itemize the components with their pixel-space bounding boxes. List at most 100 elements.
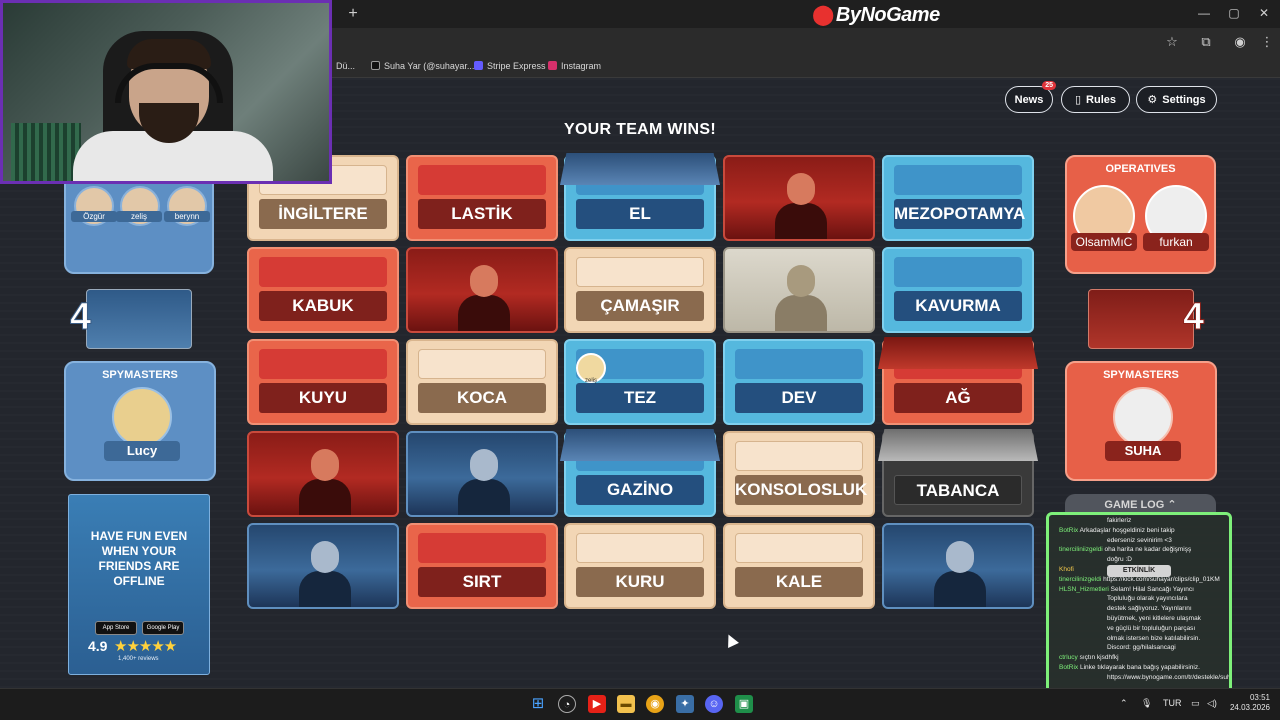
rules-button[interactable]: ▯ Rules (1061, 86, 1130, 113)
word-card[interactable]: KONSOLOSLUK (723, 431, 875, 517)
word-card[interactable]: LASTİK (406, 155, 558, 241)
browser-menu-icon[interactable]: ⋮ (1259, 34, 1275, 50)
bookmark-item-suha[interactable]: Suha Yar (@suhayar... (371, 61, 474, 71)
chat-username[interactable]: tinerciliniizgeldi (1059, 546, 1103, 553)
google-play-badge[interactable]: Google Play (142, 621, 184, 635)
red-remaining-count: 4 (1182, 296, 1205, 339)
chrome-icon[interactable]: ◉ (646, 695, 664, 713)
windows-taskbar (0, 688, 1280, 720)
maximize-button[interactable]: ▢ (1226, 6, 1242, 20)
bookmark-item-instagram[interactable]: Instagram (548, 61, 601, 71)
language-indicator[interactable]: TUR (1163, 698, 1182, 708)
word-card[interactable]: DEV (723, 339, 875, 425)
streaming-app-icon[interactable]: ▣ (735, 695, 753, 713)
blue-remaining-count: 4 (69, 296, 92, 339)
chat-message: https://www.bynogame.com/tr/destekle/suh… (1059, 674, 1229, 682)
word-card[interactable]: KURU (564, 523, 716, 609)
speedometer-icon[interactable]: ◔ (558, 695, 576, 713)
spymasters-title: SPYMASTERS (1103, 369, 1179, 381)
operative-name: furkan (1143, 233, 1209, 251)
close-window-button[interactable]: ✕ (1256, 6, 1272, 20)
settings-button[interactable]: ⚙ Settings (1136, 86, 1217, 113)
operatives-title: OPERATIVES (1105, 163, 1176, 175)
word-card[interactable] (247, 523, 399, 609)
chat-username[interactable]: Khofi (1059, 566, 1074, 573)
word-card[interactable] (406, 247, 558, 333)
word-card[interactable]: TEZ zeliş (564, 339, 716, 425)
chat-text: https://www.bynogame.com/tr/destekle/suh… (1107, 673, 1232, 681)
word-card[interactable] (723, 247, 875, 333)
chat-text: ederseniz sevinirim <3 (1107, 536, 1172, 544)
bookmark-item[interactable]: Dü... (336, 61, 355, 71)
site-logo[interactable]: ⬤ ByNoGame (812, 2, 940, 27)
discord-icon[interactable]: ☺ (705, 695, 723, 713)
word-card[interactable]: KALE (723, 523, 875, 609)
revealed-agent-flap (560, 153, 720, 185)
new-tab-button[interactable]: + (346, 5, 360, 23)
card-word: KONSOLOSLUK (735, 475, 867, 505)
word-card[interactable]: KUYU (247, 339, 399, 425)
card-word: MEZOPOTAMYA (894, 199, 1025, 229)
news-count-badge: 25 (1042, 81, 1056, 90)
operative-name: OlsamMıC (1071, 233, 1137, 251)
volume-icon[interactable]: ◁) (1207, 698, 1217, 709)
extensions-icon[interactable]: ⧉ (1198, 34, 1214, 50)
news-button[interactable]: News 25 (1005, 81, 1056, 113)
spymaster-avatar (1113, 387, 1173, 447)
word-card[interactable]: SIRT (406, 523, 558, 609)
minimize-button[interactable]: — (1196, 6, 1212, 20)
word-card[interactable]: KAVURMA (882, 247, 1034, 333)
word-card[interactable] (247, 431, 399, 517)
card-face (418, 349, 546, 379)
voter-avatar: zeliş (576, 353, 606, 384)
bookmark-item-stripe[interactable]: Stripe Express (474, 61, 546, 71)
spymaster-avatar (112, 387, 172, 447)
word-card[interactable]: KABUK (247, 247, 399, 333)
red-spymasters-panel: SPYMASTERS SUHA (1065, 361, 1217, 481)
profile-icon[interactable]: ◉ (1232, 34, 1248, 50)
folder-icon[interactable]: ▬ (617, 695, 635, 713)
microphone-icon[interactable]: 🎙 (1141, 698, 1152, 709)
chat-message: ederseniz sevinirim <3 (1059, 537, 1223, 545)
app-store-badge[interactable]: App Store (95, 621, 137, 635)
chat-username[interactable]: HLSN_Hizmetleri (1059, 586, 1109, 593)
chat-message: doğru :D (1059, 556, 1223, 564)
word-card[interactable]: KOCA (406, 339, 558, 425)
word-card[interactable]: MEZOPOTAMYA (882, 155, 1034, 241)
chat-username[interactable]: BotRix (1059, 664, 1078, 671)
bynogame-logo-icon: ⬤ (812, 4, 834, 26)
app-icon[interactable]: ✦ (676, 695, 694, 713)
chat-username[interactable]: tinercilinizgeldi (1059, 576, 1101, 583)
chat-username[interactable]: BotRix (1059, 527, 1078, 534)
word-card[interactable]: ÇAMAŞIR (564, 247, 716, 333)
card-word: TABANCA (894, 475, 1022, 505)
agent-portrait-icon (458, 443, 510, 515)
system-clock[interactable]: 03:51 24.03.2026 (1228, 693, 1270, 713)
card-face (735, 349, 863, 379)
network-icon[interactable]: ▭ (1191, 698, 1200, 709)
word-card[interactable] (406, 431, 558, 517)
chat-message: BotRix Linke tıklayarak bana bağış yapab… (1059, 664, 1223, 672)
youtube-icon[interactable]: ▶ (588, 695, 606, 713)
word-card[interactable] (882, 523, 1034, 609)
chat-message: HLSN_Hizmetleri Selam! Hilal Sancağı Yay… (1059, 586, 1223, 594)
windows-start-icon[interactable]: ⊞ (529, 695, 547, 713)
chat-message: büyütmek, yeni kitlelere ulaşmak (1059, 615, 1223, 623)
chat-username[interactable]: ctrlucy (1059, 654, 1078, 661)
card-word: EL (576, 199, 704, 229)
tray-chevron-icon[interactable]: ⌃ (1120, 698, 1128, 709)
red-operatives-panel: OPERATIVES OlsamMıC furkan (1065, 155, 1216, 274)
card-word: TEZ (576, 383, 704, 413)
ad-reviews: 1,400+ reviews (118, 656, 159, 662)
instagram-icon (548, 61, 557, 70)
chat-text: doğru :D (1107, 556, 1132, 564)
card-face (894, 257, 1022, 287)
spymaster-name: SUHA (1105, 441, 1181, 461)
card-word: KURU (576, 567, 704, 597)
chat-text: oha harita ne kadar değişmişş (1104, 546, 1192, 554)
agent-portrait-icon (934, 535, 986, 607)
bookmark-star-icon[interactable]: ☆ (1164, 34, 1180, 50)
chat-message: destek sağlıyoruz. Yayınlarını (1059, 605, 1223, 613)
agent-portrait-icon (299, 443, 351, 515)
word-card[interactable] (723, 155, 875, 241)
